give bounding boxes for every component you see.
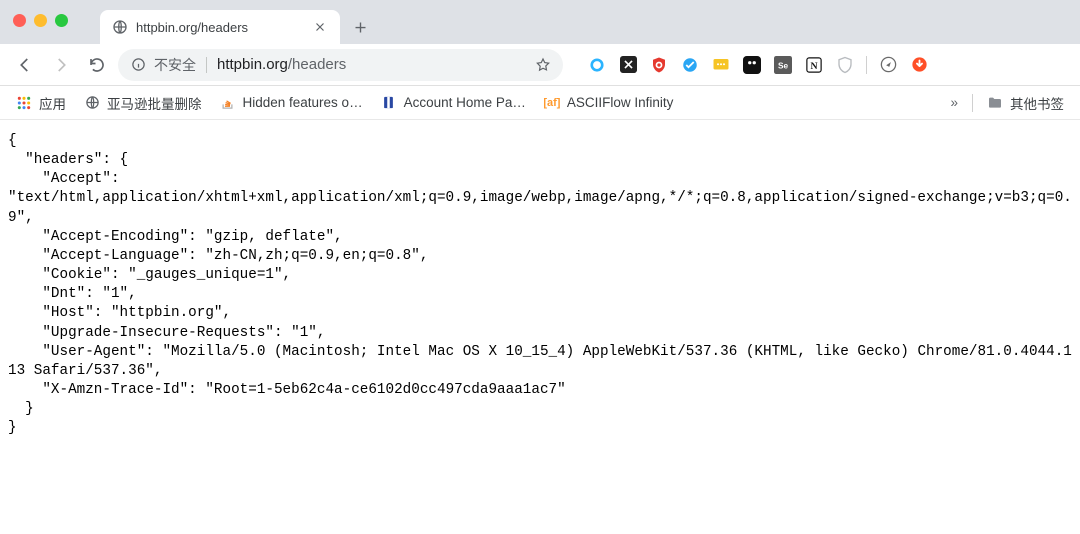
blue-badge-icon[interactable] <box>680 55 700 75</box>
url-text: httpbin.org/headers <box>217 56 527 73</box>
globe-icon <box>112 19 128 35</box>
apps-label: 应用 <box>39 93 66 113</box>
apps-button[interactable]: 应用 <box>16 93 66 113</box>
bookmark-label: ASCIIFlow Infinity <box>567 95 674 110</box>
svg-text:Se: Se <box>778 61 789 70</box>
page-content: { "headers": { "Accept": "text/html,appl… <box>0 120 1080 451</box>
apps-icon <box>16 95 32 111</box>
omnibox-divider <box>206 57 207 73</box>
ublock-icon[interactable] <box>649 55 669 75</box>
window-minimize-button[interactable] <box>34 14 47 27</box>
tab-title: httpbin.org/headers <box>136 20 304 35</box>
toolbar-divider <box>866 56 867 74</box>
other-bookmarks-button[interactable]: 其他书签 <box>987 93 1064 113</box>
pocket-icon[interactable] <box>742 55 762 75</box>
bookmark-item-2[interactable]: Account Home Pa… <box>381 95 526 111</box>
tabs-container: httpbin.org/headers <box>100 0 374 44</box>
extension-icons: Se N <box>587 55 929 75</box>
bookmarks-overflow-button[interactable]: » <box>950 95 958 110</box>
bookmarks-bar: 应用 亚马逊批量删除 Hidden features o… Account Ho… <box>0 86 1080 120</box>
address-bar[interactable]: 不安全 httpbin.org/headers <box>118 49 563 81</box>
tab-close-button[interactable] <box>312 19 328 35</box>
response-json: { "headers": { "Accept": "text/html,appl… <box>8 132 1072 439</box>
svg-text:N: N <box>810 60 817 71</box>
window-controls <box>13 14 68 27</box>
insecure-label: 不安全 <box>154 55 196 75</box>
ring-blue-icon[interactable] <box>587 55 607 75</box>
forward-button[interactable] <box>46 50 76 80</box>
bookmark-item-0[interactable]: 亚马逊批量删除 <box>84 93 202 113</box>
site-icon <box>381 95 397 111</box>
notion-icon[interactable]: N <box>804 55 824 75</box>
url-path: /headers <box>288 56 346 73</box>
tab-strip: httpbin.org/headers <box>0 0 1080 44</box>
shield-icon[interactable] <box>835 55 855 75</box>
new-tab-button[interactable] <box>346 13 374 41</box>
folder-icon <box>987 95 1003 111</box>
compass-icon[interactable] <box>878 55 898 75</box>
asciiflow-icon: [af] <box>544 95 560 111</box>
other-bookmarks-label: 其他书签 <box>1010 93 1064 113</box>
window-maximize-button[interactable] <box>55 14 68 27</box>
bookmark-label: Account Home Pa… <box>404 95 526 110</box>
yellow-msg-icon[interactable] <box>711 55 731 75</box>
bookbar-divider <box>972 94 973 112</box>
window-close-button[interactable] <box>13 14 26 27</box>
browser-tab[interactable]: httpbin.org/headers <box>100 10 340 44</box>
se-icon[interactable]: Se <box>773 55 793 75</box>
x-icon[interactable] <box>618 55 638 75</box>
stackoverflow-icon <box>220 95 236 111</box>
bookmark-item-3[interactable]: [af] ASCIIFlow Infinity <box>544 95 674 111</box>
url-host: httpbin.org <box>217 56 288 73</box>
globe-icon <box>84 95 100 111</box>
site-info-icon[interactable] <box>130 57 146 73</box>
bookmark-label: 亚马逊批量删除 <box>107 93 202 113</box>
back-button[interactable] <box>10 50 40 80</box>
bookmark-star-icon[interactable] <box>535 57 551 73</box>
bookmark-item-1[interactable]: Hidden features o… <box>220 95 363 111</box>
bookmark-label: Hidden features o… <box>243 95 363 110</box>
down-orange-icon[interactable] <box>909 55 929 75</box>
toolbar: 不安全 httpbin.org/headers Se N <box>0 44 1080 86</box>
reload-button[interactable] <box>82 50 112 80</box>
